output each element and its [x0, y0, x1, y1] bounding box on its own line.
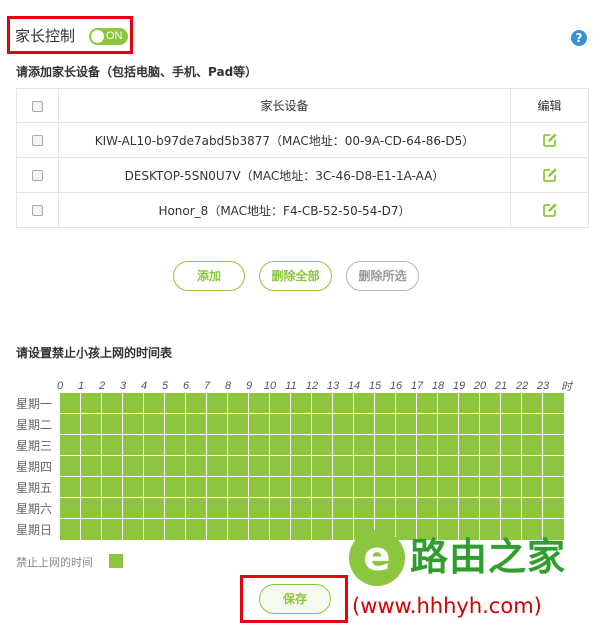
hour-label: 7 [203, 380, 211, 392]
column-header-edit: 编辑 [510, 88, 589, 123]
hour-label: 4 [140, 380, 148, 392]
day-label: 星期二 [16, 418, 53, 432]
hour-label: 13 [326, 380, 340, 392]
hour-label: 10 [263, 380, 277, 392]
hour-label: 15 [368, 380, 382, 392]
hour-label: 19 [452, 380, 466, 392]
hour-label: 23 [536, 380, 550, 392]
parental-control-toggle[interactable]: ON [89, 28, 128, 45]
device-cell: KIW-AL10-b97de7abd5b3877（MAC地址：00-9A-CD-… [58, 122, 511, 158]
page-title: 家长控制 [15, 27, 76, 45]
row-select-cell [16, 157, 59, 193]
devices-section-title: 请添加家长设备（包括电脑、手机、Pad等） [16, 65, 258, 79]
hour-unit-label: 时 [561, 380, 572, 393]
legend-label: 禁止上网的时间 [16, 556, 93, 569]
hour-label: 5 [161, 380, 169, 392]
watermark-name: 路由之家 [410, 535, 567, 579]
watermark-url: (www.hhhyh.com) [352, 594, 542, 618]
save-button[interactable]: 保存 [259, 584, 331, 614]
grid-row-separator [60, 518, 564, 519]
hour-label: 12 [305, 380, 319, 392]
day-label: 星期三 [16, 439, 53, 453]
grid-row-separator [60, 476, 564, 477]
toggle-label: ON [106, 30, 123, 42]
hour-label: 18 [431, 380, 445, 392]
edit-icon[interactable] [542, 132, 558, 148]
grid-row-separator [60, 455, 564, 456]
column-header-device: 家长设备 [58, 88, 511, 123]
hour-label: 17 [410, 380, 424, 392]
help-icon[interactable]: ? [571, 30, 587, 46]
row-select-cell [16, 192, 59, 228]
edit-cell [510, 192, 589, 228]
add-button[interactable]: 添加 [173, 261, 245, 291]
day-label: 星期四 [16, 460, 53, 474]
row-checkbox[interactable] [32, 170, 43, 181]
hour-label: 20 [473, 380, 487, 392]
select-all-cell [16, 88, 59, 123]
edit-cell [510, 157, 589, 193]
row-select-cell [16, 122, 59, 158]
grid-row-separator [60, 434, 564, 435]
watermark-logo-glyph: e [363, 534, 391, 580]
table-row: Honor_8（MAC地址：F4-CB-52-50-54-D7） [16, 192, 589, 228]
edit-cell [510, 122, 589, 158]
device-cell: Honor_8（MAC地址：F4-CB-52-50-54-D7） [58, 192, 511, 228]
toggle-knob [91, 30, 104, 43]
device-table: 家长设备 编辑 KIW-AL10-b97de7abd5b3877（MAC地址：0… [16, 88, 589, 228]
edit-icon[interactable] [542, 167, 558, 183]
hour-label: 22 [515, 380, 529, 392]
day-label: 星期一 [16, 397, 53, 411]
hour-label: 8 [224, 380, 232, 392]
grid-row-separator [60, 413, 564, 414]
hour-label: 9 [245, 380, 253, 392]
delete-selected-button[interactable]: 删除所选 [346, 261, 419, 291]
day-label: 星期五 [16, 481, 53, 495]
day-label: 星期日 [16, 523, 53, 537]
hour-label: 14 [347, 380, 361, 392]
table-header-row: 家长设备 编辑 [16, 88, 589, 123]
hour-label: 1 [77, 380, 85, 392]
watermark-logo: e [349, 530, 405, 586]
schedule-section-title: 请设置禁止小孩上网的时间表 [16, 346, 173, 360]
day-label: 星期六 [16, 502, 53, 516]
hour-label: 21 [494, 380, 508, 392]
row-checkbox[interactable] [32, 205, 43, 216]
schedule-grid[interactable] [60, 393, 564, 540]
delete-all-button[interactable]: 删除全部 [259, 261, 332, 291]
select-all-checkbox[interactable] [32, 100, 43, 112]
table-row: KIW-AL10-b97de7abd5b3877（MAC地址：00-9A-CD-… [16, 122, 589, 158]
hour-label: 6 [182, 380, 190, 392]
hour-label: 2 [98, 380, 106, 392]
device-cell: DESKTOP-5SN0U7V（MAC地址：3C-46-D8-E1-1A-AA） [58, 157, 511, 193]
hour-label: 0 [56, 380, 64, 392]
table-row: DESKTOP-5SN0U7V（MAC地址：3C-46-D8-E1-1A-AA） [16, 157, 589, 193]
grid-row-separator [60, 497, 564, 498]
hour-label: 11 [285, 380, 297, 392]
row-checkbox[interactable] [32, 135, 43, 146]
legend-swatch [109, 554, 123, 568]
edit-icon[interactable] [542, 202, 558, 218]
hour-label: 3 [119, 380, 127, 392]
hour-label: 16 [389, 380, 403, 392]
